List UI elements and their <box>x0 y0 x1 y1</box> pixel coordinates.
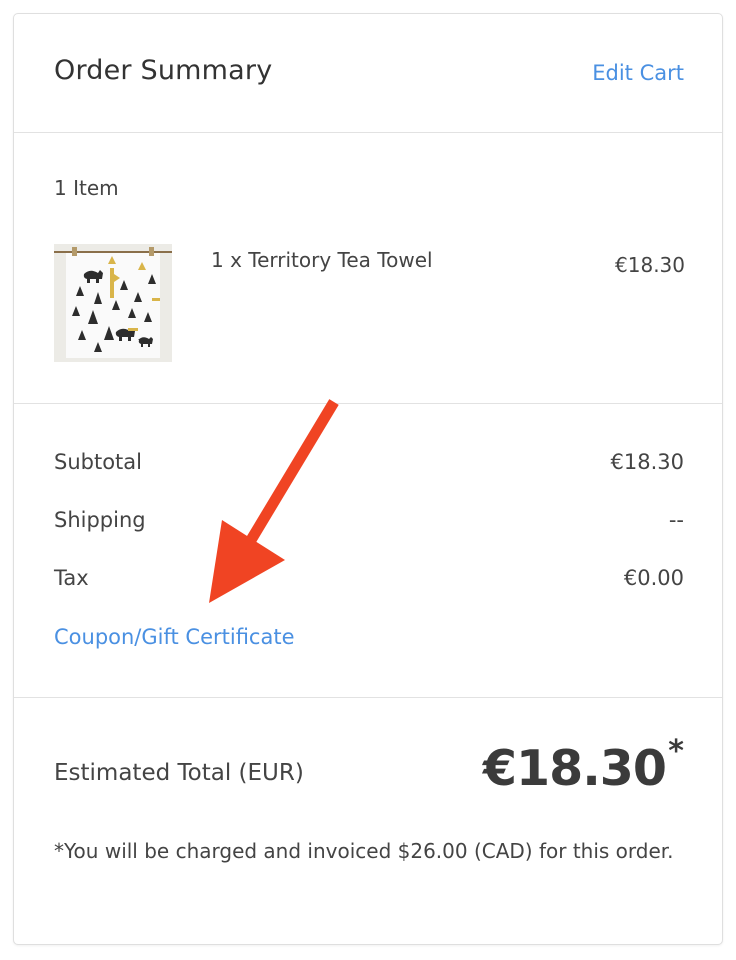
cart-item: 1 x Territory Tea Towel €18.30 <box>54 244 685 364</box>
item-price: €18.30 <box>615 253 685 277</box>
cart-items-section: 1 Item 1 x Territory Tea Towel €18.30 <box>14 133 722 404</box>
shipping-row: Shipping -- <box>54 508 684 532</box>
tax-row: Tax €0.00 <box>54 566 684 590</box>
estimated-total-label: Estimated Total (EUR) <box>54 760 304 786</box>
coupon-gift-certificate-link[interactable]: Coupon/Gift Certificate <box>54 625 295 649</box>
order-summary-header: Order Summary Edit Cart <box>14 14 722 133</box>
shipping-value: -- <box>668 508 684 532</box>
order-summary-card: Order Summary Edit Cart 1 Item 1 x Terri… <box>13 13 723 945</box>
tax-value: €0.00 <box>623 566 684 590</box>
shipping-label: Shipping <box>54 508 146 532</box>
totals-section: Subtotal €18.30 Shipping -- Tax €0.00 Co… <box>14 404 722 698</box>
item-count: 1 Item <box>54 176 119 200</box>
edit-cart-link[interactable]: Edit Cart <box>592 61 684 85</box>
grand-total-section: Estimated Total (EUR) €18.30 * *You will… <box>14 698 722 944</box>
tax-label: Tax <box>54 566 89 590</box>
currency-charge-note: *You will be charged and invoiced $26.00… <box>54 839 674 863</box>
subtotal-row: Subtotal €18.30 <box>54 450 684 474</box>
page-title: Order Summary <box>54 55 273 86</box>
subtotal-value: €18.30 <box>610 450 684 474</box>
tea-towel-image <box>54 244 172 362</box>
estimated-total-amount: €18.30 <box>482 740 667 797</box>
total-asterisk: * <box>668 734 684 769</box>
item-name: 1 x Territory Tea Towel <box>211 248 433 272</box>
product-thumbnail <box>54 244 172 362</box>
subtotal-label: Subtotal <box>54 450 142 474</box>
